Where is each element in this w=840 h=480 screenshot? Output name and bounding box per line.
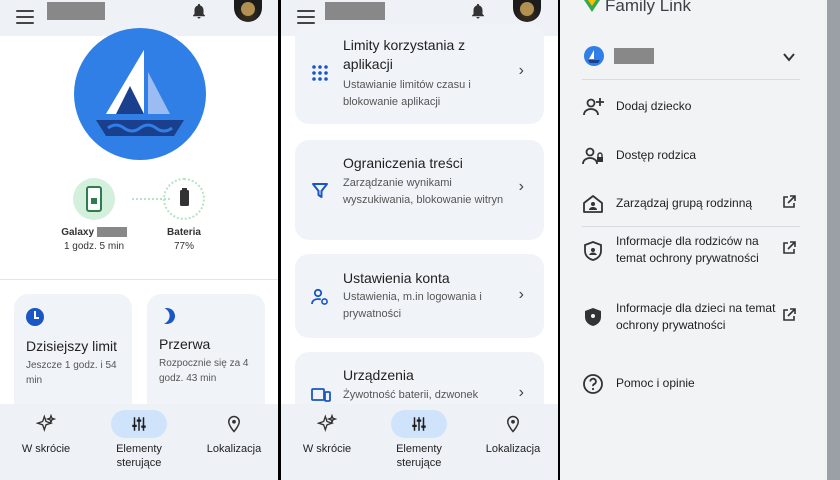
clock-icon xyxy=(26,308,44,326)
bottom-navigation: W skrócie Elementy sterujące Lokalizacja xyxy=(0,404,278,480)
chevron-right-icon: › xyxy=(518,62,524,79)
account-switcher[interactable] xyxy=(582,42,798,70)
nav-controls[interactable]: Elementy sterujące xyxy=(382,404,456,480)
nav-overview-label: W skrócie xyxy=(21,443,71,455)
redacted-child-name xyxy=(325,2,385,20)
menu-parent-privacy-label: Informacje dla rodziców na temat ochrony… xyxy=(616,234,759,265)
redacted-child-name xyxy=(614,48,654,64)
sliders-icon xyxy=(391,410,447,438)
device-name: Galaxy xyxy=(61,227,95,238)
moon-icon xyxy=(157,306,178,327)
add-person-icon xyxy=(583,98,604,116)
menu-add-child[interactable]: Dodaj dziecko xyxy=(582,96,802,118)
menu-help-feedback[interactable]: Pomoc i opinie xyxy=(582,373,802,395)
nav-overview[interactable]: W skrócie xyxy=(10,404,82,480)
open-in-new-icon xyxy=(783,308,796,321)
battery-value: 77% xyxy=(173,241,194,252)
account-settings-title: Ustawienia konta xyxy=(343,270,450,286)
family-home-icon xyxy=(583,195,603,213)
divider xyxy=(582,79,800,80)
daily-limit-remaining: Jeszcze 1 godz. i 54 min xyxy=(26,360,117,386)
app-title: Family Link xyxy=(605,0,691,15)
menu-parent-privacy[interactable]: Informacje dla rodziców na temat ochrony… xyxy=(582,233,802,287)
avatar[interactable] xyxy=(513,0,541,22)
menu-help-feedback-label: Pomoc i opinie xyxy=(616,376,695,390)
scrim-edge xyxy=(827,0,840,480)
location-icon xyxy=(475,410,551,438)
chevron-right-icon: › xyxy=(518,178,524,195)
content-restrictions-title: Ograniczenia treści xyxy=(343,155,463,171)
child-avatar xyxy=(584,46,604,66)
app-limits-item[interactable]: Limity korzystania z aplikacji Ustawiani… xyxy=(295,24,544,124)
nav-location[interactable]: Lokalizacja xyxy=(196,404,272,480)
menu-parent-access-label: Dostęp rodzica xyxy=(616,148,697,162)
notifications-bell-icon[interactable] xyxy=(469,2,487,20)
divider xyxy=(0,279,278,280)
chevron-right-icon: › xyxy=(518,384,524,401)
menu-kids-privacy-label: Informacje dla dzieci na temat ochrony p… xyxy=(616,301,776,332)
family-link-logo-icon xyxy=(584,0,600,12)
bottom-navigation: W skrócie Elementy sterujące Lokalizacja xyxy=(281,404,558,480)
nav-controls[interactable]: Elementy sterujące xyxy=(102,404,176,480)
overview-panel: Galaxy 1 godz. 5 min Bateria 77% Dzisiej… xyxy=(0,0,278,480)
device-battery: Bateria 77% xyxy=(142,178,226,254)
battery-label: Bateria xyxy=(167,227,201,238)
nav-location[interactable]: Lokalizacja xyxy=(475,404,551,480)
nav-overview[interactable]: W skrócie xyxy=(291,404,363,480)
account-settings-icon xyxy=(311,288,328,305)
menu-manage-family[interactable]: Zarządzaj grupą rodzinną xyxy=(582,193,802,215)
chevron-right-icon: › xyxy=(518,286,524,303)
avatar[interactable] xyxy=(234,0,262,22)
content-restrictions-item[interactable]: Ograniczenia treści Zarządzanie wynikami… xyxy=(295,140,544,240)
menu-kids-privacy[interactable]: Informacje dla dzieci na temat ochrony p… xyxy=(582,300,802,354)
open-in-new-icon xyxy=(783,241,796,254)
app-limits-title: Limity korzystania z aplikacji xyxy=(343,37,466,72)
sparkle-icon xyxy=(291,410,363,438)
app-limits-desc: Ustawianie limitów czasu i blokowanie ap… xyxy=(343,79,471,108)
daily-limit-title: Dzisiejszy limit xyxy=(26,338,117,354)
devices-icon xyxy=(311,388,331,402)
help-icon xyxy=(583,374,603,394)
break-title: Przerwa xyxy=(159,336,211,352)
open-in-new-icon xyxy=(783,195,796,208)
menu-icon[interactable] xyxy=(297,10,315,24)
divider xyxy=(582,226,800,227)
break-starts-in: Rozpocznie się za 4 godz. 43 min xyxy=(159,358,249,384)
devices-desc: Żywotność baterii, dzwonek xyxy=(343,389,479,401)
nav-location-label: Lokalizacja xyxy=(206,443,262,455)
battery-icon xyxy=(163,178,205,220)
filter-icon xyxy=(312,183,328,198)
menu-parent-access[interactable]: Dostęp rodzica xyxy=(582,145,802,167)
child-avatar-hero xyxy=(74,28,206,160)
account-settings-desc: Ustawienia, m.in logowania i prywatności xyxy=(343,291,482,320)
privacy-shield-icon xyxy=(585,308,601,326)
content-restrictions-desc: Zarządzanie wynikami wyszukiwania, bloko… xyxy=(343,177,504,206)
notifications-bell-icon[interactable] xyxy=(190,2,208,20)
devices-title: Urządzenia xyxy=(343,367,414,383)
apps-grid-icon xyxy=(312,65,328,81)
redacted-child-name xyxy=(47,2,105,20)
phone-icon xyxy=(73,178,115,220)
nav-location-label: Lokalizacja xyxy=(485,443,541,455)
sailboat-illustration xyxy=(96,50,184,136)
account-settings-item[interactable]: Ustawienia konta Ustawienia, m.in logowa… xyxy=(295,254,544,338)
device-usage-time: 1 godz. 5 min xyxy=(63,241,125,252)
chevron-down-icon[interactable] xyxy=(782,50,796,64)
controls-panel: Limity korzystania z aplikacji Ustawiani… xyxy=(281,0,558,480)
nav-controls-label: Elementy sterujące xyxy=(396,443,442,469)
navigation-drawer: Family Link Dodaj dziecko Dostęp rodzica… xyxy=(560,0,827,480)
location-icon xyxy=(196,410,272,438)
sliders-icon xyxy=(111,410,167,438)
nav-controls-label: Elementy sterujące xyxy=(116,443,162,469)
sparkle-icon xyxy=(10,410,82,438)
menu-add-child-label: Dodaj dziecko xyxy=(616,99,692,113)
parent-access-icon xyxy=(582,147,603,165)
device-galaxy[interactable]: Galaxy 1 godz. 5 min xyxy=(52,178,136,254)
menu-manage-family-label: Zarządzaj grupą rodzinną xyxy=(616,196,753,210)
redacted-device-suffix xyxy=(96,227,127,238)
nav-overview-label: W skrócie xyxy=(302,443,352,455)
privacy-shield-icon xyxy=(584,241,602,261)
menu-icon[interactable] xyxy=(16,10,34,24)
